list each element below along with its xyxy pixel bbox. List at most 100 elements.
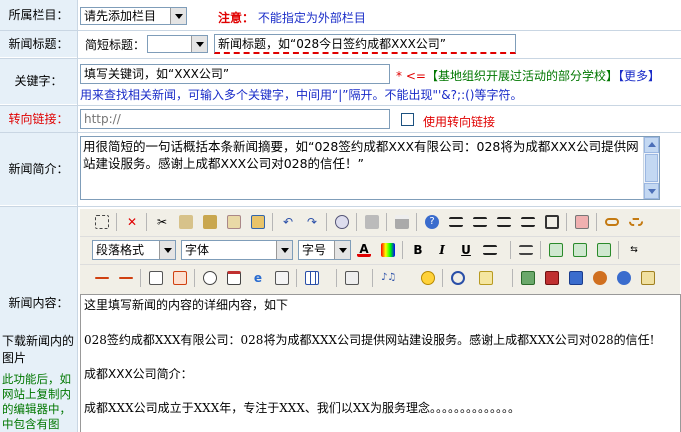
select-all-icon[interactable] (542, 212, 562, 232)
chevron-down-icon (334, 241, 350, 259)
label-column: 所属栏目： (0, 0, 77, 30)
scroll-down-icon[interactable] (644, 183, 659, 199)
image-icon[interactable] (476, 268, 496, 288)
arrow-left-icon: <= (405, 69, 426, 83)
highlight-color-icon[interactable] (378, 240, 398, 260)
copy-icon[interactable] (176, 212, 196, 232)
insert-line-break-icon[interactable] (170, 268, 190, 288)
align-right-icon[interactable] (494, 212, 514, 232)
text-style-icon[interactable] (480, 240, 500, 260)
font-select-value: 字体 (185, 243, 210, 257)
keywords-input[interactable]: 填写关键词，如“XXX公司” (80, 64, 390, 84)
short-title-select[interactable] (147, 35, 208, 53)
align-left-icon[interactable] (446, 212, 466, 232)
keywords-hint: 用来查找相关新闻，可输入多个关键字，中间用“|”隔开。不能出现"'&?;:()等… (80, 88, 523, 102)
redirect-checkbox-label: 使用转向链接 (423, 115, 496, 129)
size-select[interactable]: 字号 (298, 240, 351, 260)
emoticon-icon[interactable] (418, 268, 438, 288)
row-divider (0, 206, 681, 207)
insert-paragraph-icon[interactable] (146, 268, 166, 288)
insert-image-icon[interactable] (518, 268, 538, 288)
paste-icon[interactable] (200, 212, 220, 232)
title-input[interactable]: 新闻标题，如“028今日签约成都XXX公司” (214, 34, 516, 54)
redirect-url-input[interactable] (80, 109, 390, 129)
delete-icon[interactable]: ✕ (122, 212, 142, 232)
preview-icon[interactable] (332, 212, 352, 232)
format-select[interactable]: 段落格式 (92, 240, 176, 260)
media-icon[interactable] (566, 268, 586, 288)
keywords-input-value: 填写关键词，如“XXX公司” (84, 67, 230, 81)
search-icon[interactable] (448, 268, 468, 288)
outdent-icon[interactable] (570, 240, 590, 260)
indent-icon[interactable] (546, 240, 566, 260)
format-select-value: 段落格式 (96, 243, 145, 257)
size-select-value: 字号 (302, 243, 327, 257)
label-title: 新闻标题： (0, 31, 77, 57)
editor-content-area[interactable]: 这里填写新闻的内容的详细内容，如下 028签约成都XXX有限公司：028将为成都… (80, 294, 681, 432)
source-code-icon[interactable]: ⇆ (624, 240, 644, 260)
realplayer-icon[interactable] (590, 268, 610, 288)
document-icon[interactable] (272, 268, 292, 288)
column-select[interactable]: 请先添加栏目 (80, 7, 187, 25)
chevron-down-icon (191, 36, 207, 52)
form-icon[interactable] (342, 268, 362, 288)
chevron-down-icon (170, 8, 186, 24)
summary-textarea[interactable]: 用很简短的一句话概括本条新闻摘要，如“028签约成都XXX有限公司：028将为成… (80, 136, 660, 200)
table-icon[interactable] (302, 268, 322, 288)
undo-icon[interactable]: ↶ (278, 212, 298, 232)
ie-icon[interactable]: e (248, 268, 268, 288)
link-icon[interactable] (602, 212, 622, 232)
notice: 注意： 不能指定为外部栏目 (218, 9, 366, 26)
title-input-value: 新闻标题，如“028今日签约成都XXX公司” (218, 37, 447, 51)
calculator-icon[interactable] (362, 212, 382, 232)
tag-link-schools[interactable]: 【基地组织开展过活动的部分学校】 (426, 69, 618, 83)
chevron-down-icon (276, 241, 292, 259)
required-mark: * (396, 69, 402, 83)
row-divider (0, 132, 681, 133)
bold-icon[interactable]: B (408, 240, 428, 260)
italic-icon[interactable]: I (432, 240, 452, 260)
calendar-icon[interactable] (224, 268, 244, 288)
clock-icon[interactable] (200, 268, 220, 288)
editor-toolbar-3: e ♪♫ (80, 265, 680, 295)
table-align-icon[interactable] (594, 240, 614, 260)
paste-word-icon[interactable] (248, 212, 268, 232)
chevron-down-icon (159, 241, 175, 259)
label-content: 新闻内容： (8, 296, 69, 310)
row-divider (0, 105, 681, 106)
underline-icon[interactable]: U (456, 240, 476, 260)
align-justify-icon[interactable] (518, 212, 538, 232)
keywords-tags: * <=【基地组织开展过活动的部分学校】【更多】 (396, 67, 660, 84)
redirect-checkbox[interactable] (401, 113, 414, 126)
redo-icon[interactable]: ↷ (302, 212, 322, 232)
content-line: 成都XXX公司简介： (84, 367, 193, 381)
scroll-up-icon[interactable] (644, 137, 659, 153)
comment-icon[interactable] (614, 268, 634, 288)
horizontal-rule-alt-icon[interactable] (116, 268, 136, 288)
summary-scrollbar[interactable] (643, 137, 659, 199)
eraser-icon[interactable] (572, 212, 592, 232)
align-center-icon[interactable] (470, 212, 490, 232)
content-line: 028签约成都XXX有限公司：028将为成都XXX公司提供网站建设服务。感谢上成… (84, 333, 655, 347)
cut-icon[interactable]: ✂ (152, 212, 172, 232)
download-images-hint: 此功能后，如网站上复制内的编辑器中，中包含有图 (2, 372, 71, 431)
flash-icon[interactable] (542, 268, 562, 288)
list-icon[interactable] (516, 240, 536, 260)
help-icon[interactable]: ? (422, 212, 442, 232)
special-char-icon[interactable]: ♪♫ (378, 268, 398, 288)
paste-text-icon[interactable] (224, 212, 244, 232)
font-color-icon[interactable]: A (354, 240, 374, 260)
font-select[interactable]: 字体 (181, 240, 293, 260)
attachment-icon[interactable] (638, 268, 658, 288)
download-images-label: 下载新闻内的图片 (2, 334, 75, 365)
fullscreen-icon[interactable] (92, 212, 112, 232)
scroll-thumb[interactable] (645, 154, 658, 182)
unlink-icon[interactable] (626, 212, 646, 232)
column-select-value: 请先添加栏目 (84, 9, 157, 23)
print-icon[interactable] (392, 212, 412, 232)
notice-label: 注意： (218, 11, 255, 25)
tag-link-more[interactable]: 【更多】 (618, 69, 660, 83)
editor-toolbar-1: ✕ ✂ ↶ ↷ ? (80, 209, 680, 237)
horizontal-rule-icon[interactable] (92, 268, 112, 288)
editor-toolbar-2: 段落格式 字体 字号 A B I U ⇆ (80, 237, 680, 265)
